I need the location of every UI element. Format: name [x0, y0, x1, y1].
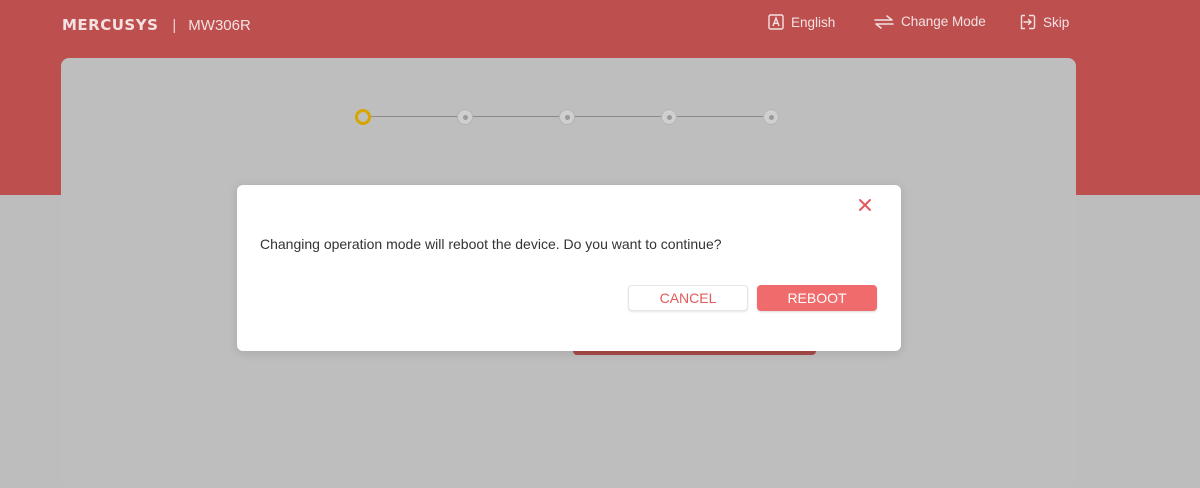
language-icon	[768, 14, 784, 30]
change-mode-label: Change Mode	[901, 14, 986, 29]
model-name: MW306R	[188, 16, 251, 34]
reboot-button[interactable]: REBOOT	[757, 285, 877, 311]
skip-link[interactable]: Skip	[1020, 14, 1069, 30]
brand-separator: |	[172, 16, 177, 34]
skip-label: Skip	[1043, 14, 1070, 30]
step-4-indicator	[661, 109, 677, 125]
cancel-button[interactable]: CANCEL	[628, 285, 748, 311]
step-3-indicator	[559, 109, 575, 125]
change-mode-link[interactable]: Change Mode	[874, 14, 986, 29]
step-5-indicator	[763, 109, 779, 125]
brand: MERCUSYS | MW306R	[62, 15, 251, 35]
top-header: MERCUSYS | MW306R English Change Mode Sk…	[0, 0, 1200, 50]
dialog-message: Changing operation mode will reboot the …	[260, 236, 722, 252]
reboot-confirm-dialog: Changing operation mode will reboot the …	[237, 185, 901, 351]
language-selector[interactable]: English	[768, 14, 835, 30]
brand-logo: MERCUSYS	[62, 16, 159, 34]
step-1-indicator	[355, 109, 371, 125]
progress-stepper	[355, 108, 785, 126]
language-label: English	[791, 14, 836, 30]
close-dialog-button[interactable]	[855, 197, 875, 217]
swap-arrows-icon	[874, 14, 894, 29]
exit-icon	[1020, 14, 1036, 30]
step-2-indicator	[457, 109, 473, 125]
close-icon	[858, 198, 872, 217]
